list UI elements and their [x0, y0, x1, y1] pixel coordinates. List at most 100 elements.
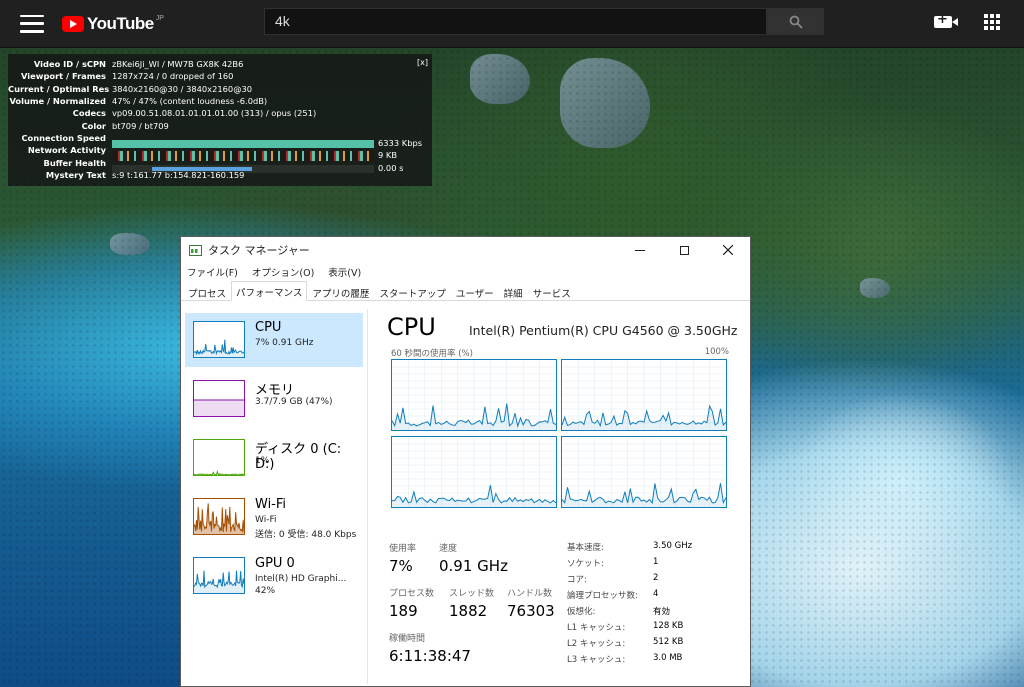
minimize-button[interactable] [618, 237, 662, 263]
stats-value: s:9 t:161.77 b:154.821-160.159 [112, 169, 245, 180]
gpu-thumbnail-graph [193, 557, 245, 594]
info-key: 基本速度: [567, 543, 604, 553]
logical-processor-graph [561, 436, 727, 508]
sidebar-item-detail: Intel(R) HD Graphi... [255, 574, 347, 584]
tab-startup[interactable]: スタートアップ [374, 282, 451, 300]
menu-file[interactable]: ファイル(F) [187, 265, 238, 279]
speed-label: 速度 [439, 544, 458, 554]
stats-key: Current / Optimal Res [8, 83, 110, 94]
youtube-header: YouTube JP 4k [0, 0, 1024, 48]
info-value: 3.50 GHz [653, 541, 693, 551]
stats-value: bt709 / bt709 [112, 120, 169, 131]
stats-key: Codecs [72, 108, 106, 119]
info-key: ソケット: [567, 559, 604, 569]
disk-thumbnail-graph [193, 439, 245, 476]
info-value: 3.0 MB [653, 653, 683, 663]
speed-value: 0.91 GHz [439, 557, 508, 575]
window-title: タスク マネージャー [208, 244, 310, 257]
logical-processor-graph [391, 359, 557, 431]
task-manager-window: タスク マネージャー ファイル(F) オプション(O) 表示(V) プロセス パ… [180, 236, 751, 687]
info-key: L3 キャッシュ: [567, 655, 626, 665]
sidebar-item-gpu[interactable]: GPU 0 Intel(R) HD Graphi... 42% [185, 549, 363, 603]
menu-icon[interactable] [20, 14, 44, 33]
sidebar-item-memory[interactable]: メモリ 3.7/7.9 GB (47%) [185, 372, 363, 426]
minimize-icon [635, 249, 645, 251]
title-bar[interactable]: タスク マネージャー [181, 237, 750, 263]
stats-row: Connection Speed 6333 Kbps [8, 132, 432, 148]
info-key: L1 キャッシュ: [567, 623, 626, 633]
sidebar-item-label: メモリ [255, 383, 295, 398]
stats-key: Viewport / Frames [21, 71, 106, 82]
search-button[interactable] [767, 8, 824, 35]
sidebar-item-detail: 42% [255, 586, 276, 596]
sidebar-item-detail: 1% [255, 456, 270, 466]
close-button[interactable] [706, 237, 750, 263]
stats-value: 1287x724 / 0 dropped of 160 [112, 71, 234, 82]
usage-area [194, 339, 244, 357]
logical-processor-graph [561, 359, 727, 431]
maximize-button[interactable] [662, 237, 706, 263]
close-icon [723, 245, 733, 255]
tab-performance[interactable]: パフォーマンス [231, 281, 308, 301]
cpu-thumbnail-graph [193, 321, 245, 358]
info-key: L2 キャッシュ: [567, 639, 626, 649]
network-activity-graph [112, 151, 374, 162]
rock-formation [470, 54, 530, 104]
divider [367, 309, 368, 684]
info-value: 1 [653, 557, 659, 567]
sidebar-item-label: GPU 0 [255, 556, 295, 571]
tab-services[interactable]: サービス [528, 282, 576, 300]
resource-sidebar: CPU 7% 0.91 GHz メモリ 3.7/7.9 GB (47%) ディス… [185, 313, 363, 683]
processes-label: プロセス数 [389, 589, 435, 599]
connection-speed-fill [112, 139, 374, 148]
sidebar-item-label: ディスク 0 (C: D:) [255, 442, 342, 472]
menu-view[interactable]: 表示(V) [328, 265, 361, 279]
connection-speed-bar [112, 139, 374, 148]
youtube-logo[interactable]: YouTube JP [62, 14, 164, 34]
tab-processes[interactable]: プロセス [183, 282, 231, 300]
tab-users[interactable]: ユーザー [451, 282, 499, 300]
sidebar-item-detail: 送信: 0 受信: 48.0 Kbps [255, 530, 357, 540]
graph-max-label: 100% [704, 347, 729, 357]
rock-formation [860, 278, 890, 298]
stats-key: Mystery Text [45, 169, 106, 180]
apps-icon[interactable] [984, 14, 1000, 30]
cpu-detail-pane: CPU Intel(R) Pentium(R) CPU G4560 @ 3.50… [381, 309, 741, 684]
graph-caption: 60 秒間の使用率 (%) [391, 349, 473, 359]
info-key: 論理プロセッサ数: [567, 591, 638, 601]
stats-key: Buffer Health [43, 157, 106, 168]
threads-value: 1882 [449, 602, 488, 620]
stats-row: Video ID / sCPN zBKei6Ji_WI / MW7B GX8K … [8, 58, 432, 70]
memory-thumbnail-graph [193, 380, 245, 417]
stats-row: Color bt709 / bt709 [8, 119, 432, 131]
create-video-icon[interactable] [934, 12, 958, 28]
stats-row: Current / Optimal Res 3840x2160@30 / 384… [8, 83, 432, 95]
stats-value: vp09.00.51.08.01.01.01.01.00 (313) / opu… [112, 108, 317, 119]
usage-trace [194, 469, 244, 475]
sidebar-item-cpu[interactable]: CPU 7% 0.91 GHz [185, 313, 363, 367]
tab-details[interactable]: 詳細 [499, 282, 528, 300]
stats-value: 9 KB [378, 150, 398, 161]
stats-value: zBKei6Ji_WI / MW7B GX8K 42B6 [112, 59, 244, 70]
stats-key: Connection Speed [21, 132, 106, 143]
sidebar-item-disk[interactable]: ディスク 0 (C: D:) 1% [185, 431, 363, 485]
info-value: 有効 [653, 607, 671, 617]
rock-formation [110, 233, 150, 255]
info-value: 128 KB [653, 621, 684, 631]
logo-text: YouTube [87, 13, 154, 33]
task-manager-icon [189, 244, 202, 256]
uptime-value: 6:11:38:47 [389, 647, 471, 665]
stats-key: Network Activity [27, 145, 106, 156]
sidebar-item-detail: 7% 0.91 GHz [255, 338, 314, 348]
search-input[interactable]: 4k [264, 8, 767, 35]
info-key: 仮想化: [567, 607, 596, 617]
tab-strip: プロセス パフォーマンス アプリの履歴 スタートアップ ユーザー 詳細 サービス [181, 281, 750, 301]
processes-value: 189 [389, 602, 418, 620]
menu-options[interactable]: オプション(O) [252, 265, 314, 279]
cpu-model-name: Intel(R) Pentium(R) CPU G4560 @ 3.50GHz [469, 323, 738, 338]
tab-app-history[interactable]: アプリの履歴 [307, 282, 374, 300]
utilization-label: 使用率 [389, 544, 417, 554]
threads-label: スレッド数 [449, 589, 495, 599]
sidebar-item-wifi[interactable]: Wi-Fi Wi-Fi 送信: 0 受信: 48.0 Kbps [185, 490, 363, 544]
stats-key: Video ID / sCPN [33, 59, 106, 70]
